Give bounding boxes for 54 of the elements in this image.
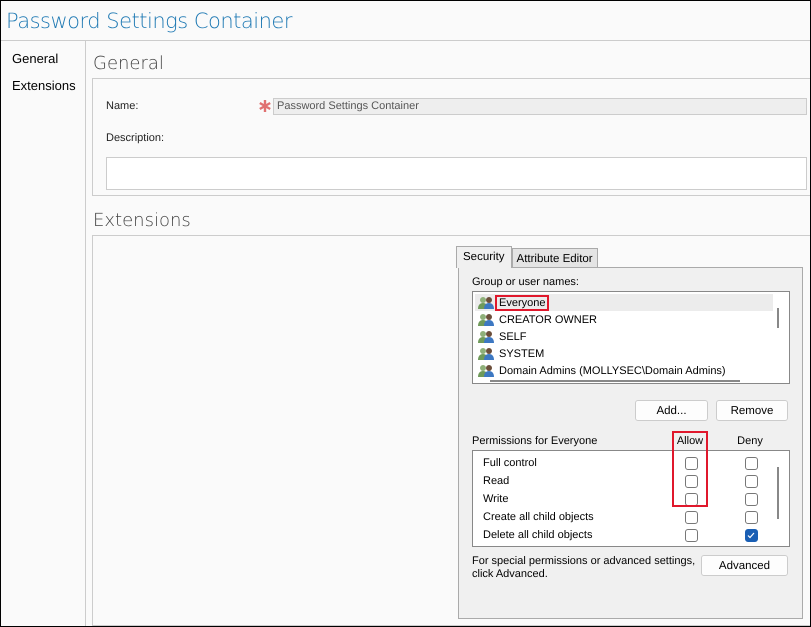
checkbox[interactable] [744, 456, 758, 470]
permission-name: Read [483, 475, 510, 487]
remove-button[interactable]: Remove [716, 400, 788, 421]
tab[interactable]: Attribute Editor [512, 248, 598, 268]
checkmark-icon [747, 532, 755, 538]
permission-name: Delete all child objects [483, 529, 594, 541]
sidebar-item[interactable]: General [12, 51, 85, 66]
checkbox[interactable] [684, 510, 698, 524]
add-button[interactable]: Add... [635, 400, 708, 421]
users-icon [478, 330, 494, 343]
scrollbar[interactable] [777, 467, 779, 519]
checkbox[interactable] [744, 492, 758, 506]
field-label: Name: [106, 100, 140, 112]
advanced-button[interactable]: Advanced [701, 555, 788, 576]
permission-name: Full control [483, 457, 538, 469]
scrollbar[interactable] [490, 380, 740, 382]
column-heading: Deny [736, 435, 764, 447]
permission-name: Create all child objects [483, 511, 595, 523]
list-item[interactable]: SYSTEM [475, 345, 773, 362]
checkbox[interactable] [744, 474, 758, 488]
user-name: Domain Admins (MOLLYSEC\Domain Admins) [498, 364, 727, 376]
list-label: Group or user names: [472, 276, 580, 288]
user-name: SELF [498, 330, 528, 342]
permission-name: Write [483, 493, 510, 505]
column-heading: Allow [676, 435, 704, 447]
list-item[interactable]: CREATOR OWNER [475, 311, 773, 328]
users-icon [478, 296, 494, 309]
list-item[interactable]: Domain Admins (MOLLYSEC\Domain Admins) [475, 362, 773, 379]
advanced-note: For special permissions or advanced settings, click Advanced. [472, 555, 696, 581]
user-name: CREATOR OWNER [498, 314, 598, 326]
user-name: Everyone [497, 296, 548, 308]
users-icon [478, 347, 494, 360]
list-item[interactable]: Everyone [475, 294, 773, 311]
users-icon [478, 313, 494, 326]
name-field[interactable]: Password Settings Container [273, 98, 807, 115]
checkbox[interactable] [684, 528, 698, 542]
users-icon [478, 364, 494, 377]
section-heading: General [92, 52, 165, 76]
sidebar-item[interactable]: Extensions [12, 78, 85, 93]
user-list[interactable]: Everyone CREATOR OWNER SELF SYSTEM Domain Admins (MOLLYSEC\Domain Admins) [472, 291, 790, 384]
user-name: SYSTEM [498, 348, 546, 360]
tab[interactable]: Security [456, 246, 512, 268]
checkbox[interactable] [744, 528, 758, 542]
field-label: Description: [106, 132, 166, 144]
section-heading: Extensions [92, 209, 192, 233]
scrollbar[interactable] [777, 308, 779, 328]
description-field[interactable] [106, 157, 807, 190]
permissions-label: Permissions for Everyone [472, 435, 598, 447]
checkbox[interactable] [684, 474, 698, 488]
window-title: Password Settings Container [6, 8, 292, 32]
checkbox[interactable] [744, 510, 758, 524]
checkbox[interactable] [684, 456, 698, 470]
list-item[interactable]: SELF [475, 328, 773, 345]
checkbox[interactable] [684, 492, 698, 506]
